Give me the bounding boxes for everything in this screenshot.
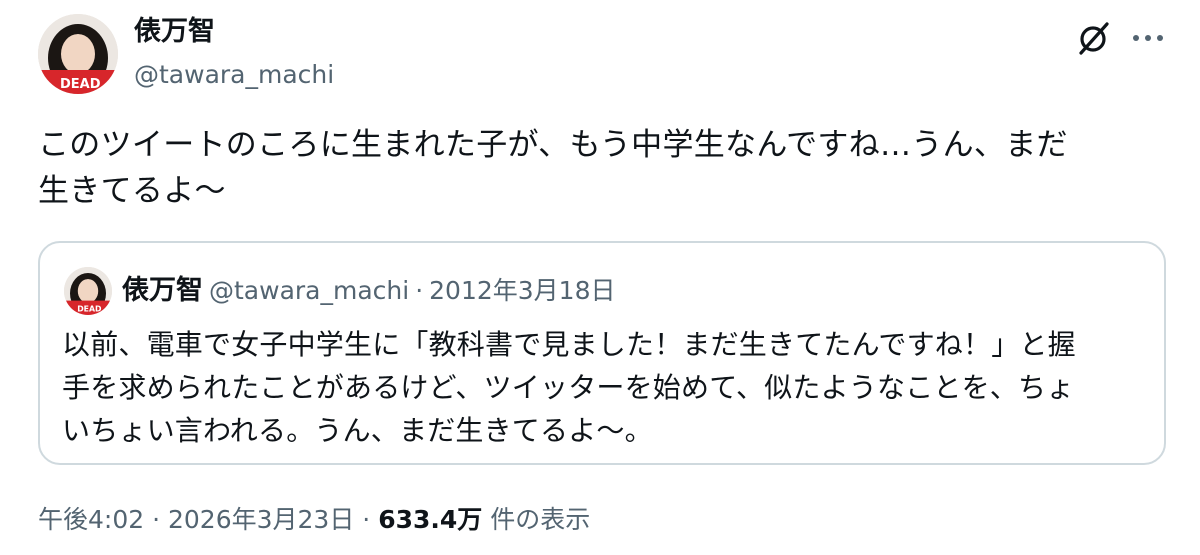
quoted-avatar[interactable]: DEAD: [64, 267, 112, 315]
quoted-author-handle[interactable]: @tawara_machi: [209, 276, 409, 305]
tweet-date[interactable]: 2026年3月23日: [168, 505, 354, 534]
tweet-text: このツイートのころに生まれた子が、もう中学生なんですね…うん、まだ 生きてるよ〜: [38, 127, 1068, 209]
grok-icon: [1079, 22, 1109, 55]
quoted-avatar-image: DEAD: [64, 267, 112, 315]
meta-separator-2: ·: [362, 505, 371, 534]
tweet: DEAD 俵万智 @tawara_machi このツイートのころに生まれた子が、…: [0, 0, 1200, 555]
avatar-image: DEAD: [38, 14, 118, 94]
quoted-separator: ·: [415, 276, 424, 305]
tweet-meta: 午後4:02 · 2026年3月23日 · 633.4万 件の表示: [38, 500, 590, 540]
svg-text:DEAD: DEAD: [60, 77, 101, 92]
views-count: 633.4万: [378, 505, 483, 534]
author-name[interactable]: 俵万智: [134, 14, 215, 50]
avatar[interactable]: DEAD: [38, 14, 118, 94]
svg-text:DEAD: DEAD: [77, 304, 102, 313]
author-handle[interactable]: @tawara_machi: [134, 58, 334, 92]
quoted-author-name[interactable]: 俵万智: [122, 275, 203, 306]
tweet-time[interactable]: 午後4:02: [38, 505, 144, 534]
grok-button[interactable]: [1074, 18, 1114, 58]
quoted-header: 俵万智 @tawara_machi · 2012年3月18日: [122, 273, 616, 312]
more-button[interactable]: [1126, 18, 1170, 58]
meta-separator: ·: [152, 505, 161, 534]
more-icon: [1133, 35, 1163, 41]
views-label: 件の表示: [490, 505, 591, 534]
quoted-tweet-card[interactable]: DEAD 俵万智 @tawara_machi · 2012年3月18日 以前、電車で女…: [38, 241, 1166, 465]
quoted-tweet-text: 以前、電車で女子中学生に「教科書で見ました！まだ生きてたんですね！」と握 手を求…: [62, 328, 1076, 447]
quoted-date[interactable]: 2012年3月18日: [429, 276, 615, 305]
